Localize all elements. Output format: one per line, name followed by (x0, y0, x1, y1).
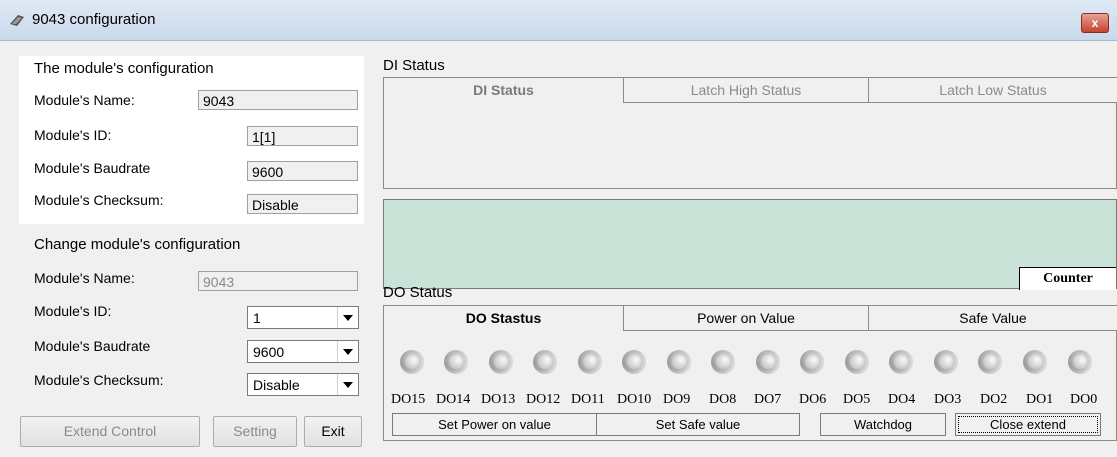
change-baudrate-select[interactable]: 9600 (247, 340, 359, 363)
do11-led-icon[interactable] (578, 350, 602, 374)
do12-label: DO12 (526, 392, 561, 407)
do6-led-icon[interactable] (800, 350, 824, 374)
do9-label: DO9 (663, 392, 691, 407)
module-name-value: 9043 (198, 90, 358, 110)
close-extend-button[interactable]: Close extend (955, 413, 1101, 436)
do15-led-icon[interactable] (400, 350, 424, 374)
change-checksum-select[interactable]: Disable (247, 373, 359, 396)
set-safe-value-button[interactable]: Set Safe value (596, 413, 800, 436)
do13-label: DO13 (481, 392, 516, 407)
do8-led-icon[interactable] (711, 350, 735, 374)
title-bar: 9043 configuration x (0, 0, 1117, 41)
do10-led-icon[interactable] (622, 350, 646, 374)
tab-power-on-value[interactable]: Power on Value (624, 306, 869, 331)
module-checksum-label: Module's Checksum: (34, 192, 164, 208)
do-status-label: DO Status (383, 284, 453, 301)
do0-led-icon[interactable] (1068, 350, 1092, 374)
counter-label: Counter (1019, 267, 1116, 290)
module-name-label: Module's Name: (34, 92, 135, 108)
close-button[interactable]: x (1081, 13, 1109, 33)
exit-button[interactable]: Exit (304, 416, 362, 447)
do4-led-icon[interactable] (889, 350, 913, 374)
tab-safe-value[interactable]: Safe Value (869, 306, 1117, 331)
change-checksum-label: Module's Checksum: (34, 372, 164, 388)
set-power-on-value-button[interactable]: Set Power on value (392, 413, 597, 436)
do6-label: DO6 (799, 392, 827, 407)
do0-label: DO0 (1070, 392, 1098, 407)
change-name-field: 9043 (198, 271, 358, 291)
change-baudrate-label: Module's Baudrate (34, 338, 151, 354)
tab-latch-low-status[interactable]: Latch Low Status (869, 78, 1117, 103)
change-name-label: Module's Name: (34, 270, 135, 286)
do14-label: DO14 (436, 392, 471, 407)
do3-label: DO3 (934, 392, 962, 407)
do7-label: DO7 (754, 392, 782, 407)
chevron-down-icon[interactable] (337, 374, 358, 395)
chevron-down-icon[interactable] (337, 341, 358, 362)
do2-label: DO2 (980, 392, 1008, 407)
do5-label: DO5 (843, 392, 871, 407)
watchdog-button[interactable]: Watchdog (820, 413, 946, 436)
chevron-down-icon[interactable] (337, 307, 358, 328)
do1-label: DO1 (1026, 392, 1054, 407)
window-title: 9043 configuration (32, 11, 156, 28)
change-baudrate-value: 9600 (253, 344, 285, 360)
do2-led-icon[interactable] (978, 350, 1002, 374)
close-extend-label: Close extend (958, 416, 1098, 433)
module-baudrate-label: Module's Baudrate (34, 160, 151, 176)
module-id-label: Module's ID: (34, 127, 112, 143)
do14-led-icon[interactable] (444, 350, 468, 374)
do3-led-icon[interactable] (934, 350, 958, 374)
do1-led-icon[interactable] (1023, 350, 1047, 374)
do4-label: DO4 (888, 392, 916, 407)
counter-display: Counter (383, 199, 1117, 290)
change-id-select[interactable]: 1 (247, 306, 359, 329)
di-status-tabframe: DI Status Latch High Status Latch Low St… (383, 77, 1117, 189)
do10-label: DO10 (617, 392, 652, 407)
tab-latch-high-status[interactable]: Latch High Status (624, 78, 869, 103)
module-baudrate-value: 9600 (247, 161, 358, 181)
tab-do-status[interactable]: DO Stastus (384, 306, 624, 331)
do12-led-icon[interactable] (533, 350, 557, 374)
module-id-value: 1[1] (247, 126, 358, 146)
do7-led-icon[interactable] (756, 350, 780, 374)
extend-control-button[interactable]: Extend Control (20, 416, 200, 447)
close-icon[interactable]: x (1092, 16, 1099, 30)
change-id-value: 1 (253, 310, 261, 326)
do8-label: DO8 (709, 392, 737, 407)
app-icon (10, 15, 24, 26)
di-status-label: DI Status (383, 57, 445, 74)
module-config-header: The module's configuration (34, 60, 214, 77)
do9-led-icon[interactable] (667, 350, 691, 374)
tab-di-status[interactable]: DI Status (384, 78, 624, 103)
do11-label: DO11 (571, 392, 605, 407)
do13-led-icon[interactable] (489, 350, 513, 374)
change-config-header: Change module's configuration (34, 236, 241, 253)
change-checksum-value: Disable (253, 377, 300, 393)
setting-button[interactable]: Setting (213, 416, 297, 447)
do15-label: DO15 (391, 392, 426, 407)
module-checksum-value: Disable (247, 194, 358, 214)
do5-led-icon[interactable] (845, 350, 869, 374)
change-id-label: Module's ID: (34, 303, 112, 319)
